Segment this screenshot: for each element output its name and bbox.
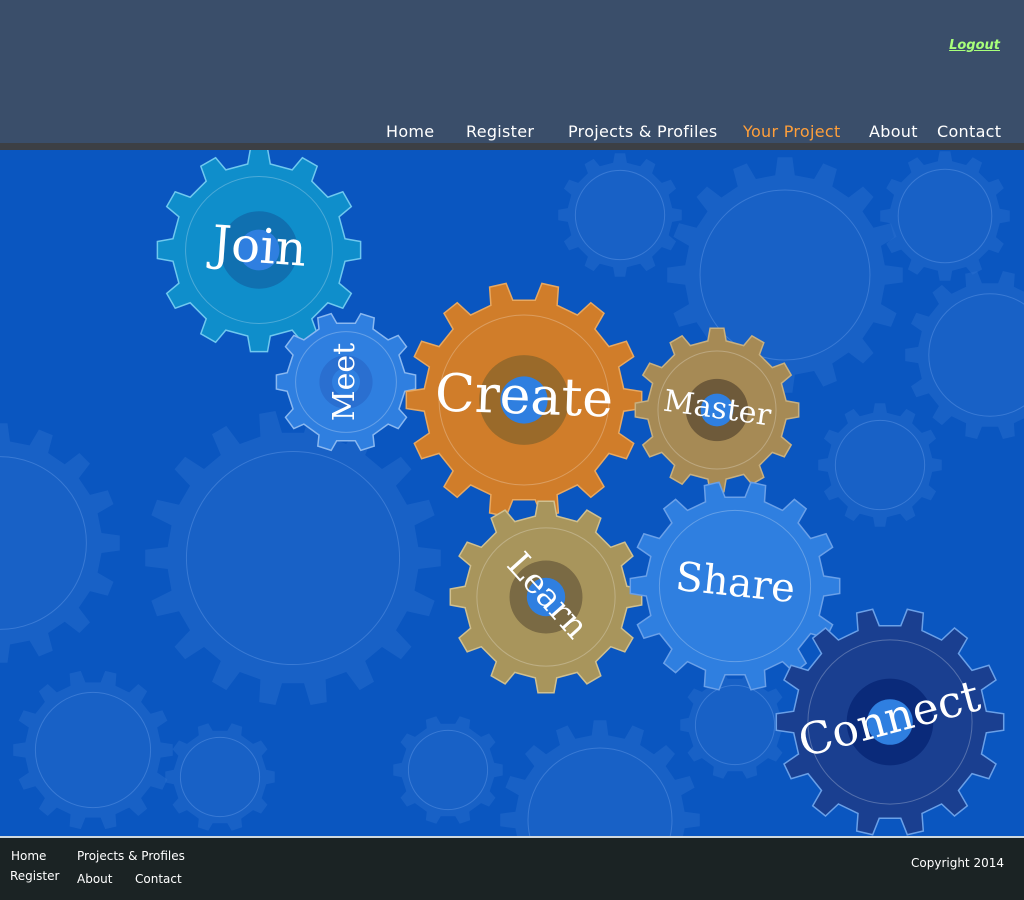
gear-stage: Join Meet Create Master Learn Share Connect: [0, 150, 1024, 836]
nav-home[interactable]: Home: [386, 122, 434, 141]
gear-label-join: Join: [205, 215, 308, 278]
nav-your-project[interactable]: Your Project: [743, 122, 841, 141]
site-header: Logout Home Register Projects & Profiles…: [0, 0, 1024, 143]
gear-menu: JoinMeet Create MasterLearn ShareConnect: [156, 150, 1005, 836]
nav-contact[interactable]: Contact: [937, 122, 1001, 141]
footer-projects-link[interactable]: Projects & Profiles: [77, 849, 185, 863]
footer-contact-link[interactable]: Contact: [135, 872, 182, 886]
gear-label-meet: Meet: [327, 343, 362, 421]
nav-register[interactable]: Register: [466, 122, 534, 141]
main-nav: Home Register Projects & Profiles Your P…: [0, 122, 1024, 144]
gear-label-create: Create: [434, 363, 614, 429]
footer-about-link[interactable]: About: [77, 872, 112, 886]
nav-projects-profiles[interactable]: Projects & Profiles: [568, 122, 718, 141]
copyright-text: Copyright 2014: [911, 856, 1004, 870]
logout-link[interactable]: Logout: [949, 38, 1000, 53]
header-divider: [0, 143, 1024, 150]
footer-register-link[interactable]: Register: [10, 869, 59, 883]
footer-home-link[interactable]: Home: [11, 849, 46, 863]
site-footer: Home Projects & Profiles Register About …: [0, 838, 1024, 900]
nav-about[interactable]: About: [869, 122, 918, 141]
